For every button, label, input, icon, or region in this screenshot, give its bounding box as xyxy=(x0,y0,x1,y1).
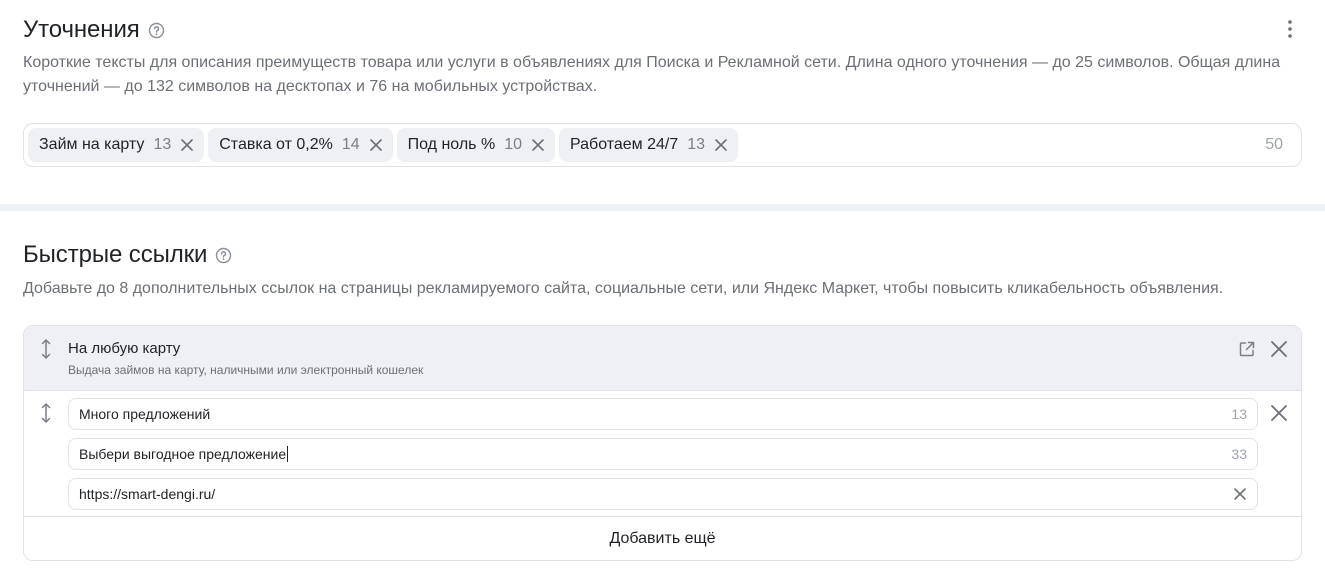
drag-handle-icon[interactable] xyxy=(39,338,53,360)
char-count: 13 xyxy=(1231,406,1247,422)
drag-handle-icon[interactable] xyxy=(39,402,53,424)
sitelinks-list: На любую карту Выдача займов на карту, н… xyxy=(23,325,1302,561)
clarifications-total-count: 50 xyxy=(1265,136,1283,153)
clarifications-title: Уточнения xyxy=(23,16,140,43)
input-value-wrap: Выбери выгодное предложение xyxy=(79,446,1231,462)
input-value: Много предложений xyxy=(79,406,211,422)
more-options-icon[interactable] xyxy=(1280,17,1300,41)
clarifications-title-row: Уточнения xyxy=(23,14,165,46)
remove-chip-icon[interactable] xyxy=(369,138,383,152)
chip-label: Ставка от 0,2% xyxy=(219,136,333,153)
clarification-chip: Займ на карту 13 xyxy=(28,128,205,162)
sitelink-item-expanded: Много предложений 13 Выбери выгодное пре… xyxy=(24,391,1301,516)
remove-chip-icon[interactable] xyxy=(180,138,194,152)
help-icon[interactable] xyxy=(148,22,165,39)
chip-count: 14 xyxy=(341,136,360,153)
external-link-icon[interactable] xyxy=(1238,340,1256,358)
help-icon[interactable] xyxy=(215,247,232,264)
sitelink-title-input[interactable]: Много предложений 13 xyxy=(68,398,1258,430)
clarification-chip: Под ноль % 10 xyxy=(396,128,555,162)
clarifications-description: Короткие тексты для описания преимуществ… xyxy=(23,54,1281,95)
chip-label: Под ноль % xyxy=(407,136,496,153)
clarifications-input[interactable]: Займ на карту 13 Ставка от 0,2% 14 Под н… xyxy=(23,123,1302,167)
clarification-chip: Работаем 24/7 13 xyxy=(558,128,739,162)
clarification-chips: Займ на карту 13 Ставка от 0,2% 14 Под н… xyxy=(28,128,739,162)
chip-count: 13 xyxy=(153,136,172,153)
char-count: 33 xyxy=(1231,446,1247,462)
input-value: Выбери выгодное предложение xyxy=(79,446,287,462)
chip-count: 10 xyxy=(504,136,522,153)
sitelink-description-input[interactable]: Выбери выгодное предложение 33 xyxy=(68,438,1258,470)
sitelink-description: Выдача займов на карту, наличными или эл… xyxy=(68,363,424,377)
sitelinks-description: Добавьте до 8 дополнительных ссылок на с… xyxy=(23,280,1224,297)
text-caret xyxy=(287,446,289,462)
sitelinks-title: Быстрые ссылки xyxy=(23,241,208,268)
section-divider xyxy=(0,204,1325,211)
sitelinks-title-row: Быстрые ссылки xyxy=(23,238,232,272)
chip-label: Работаем 24/7 xyxy=(569,136,679,153)
sitelink-url-input[interactable]: https://smart-dengi.ru/ xyxy=(68,478,1258,510)
remove-chip-icon[interactable] xyxy=(531,138,545,152)
remove-sitelink-icon[interactable] xyxy=(1269,403,1289,423)
clarifications-section: Уточнения Короткие тексты для описания п… xyxy=(0,0,1325,204)
input-value: https://smart-dengi.ru/ xyxy=(79,486,216,502)
add-more-button[interactable]: Добавить ещё xyxy=(24,516,1301,560)
remove-chip-icon[interactable] xyxy=(714,138,728,152)
sitelink-item-collapsed[interactable]: На любую карту Выдача займов на карту, н… xyxy=(24,326,1301,391)
sitelink-title: На любую карту xyxy=(68,340,181,357)
remove-sitelink-icon[interactable] xyxy=(1269,339,1289,359)
clarification-chip: Ставка от 0,2% 14 xyxy=(208,128,393,162)
chip-count: 13 xyxy=(687,136,706,153)
clear-url-icon[interactable] xyxy=(1233,487,1247,501)
chip-label: Займ на карту xyxy=(39,136,145,153)
